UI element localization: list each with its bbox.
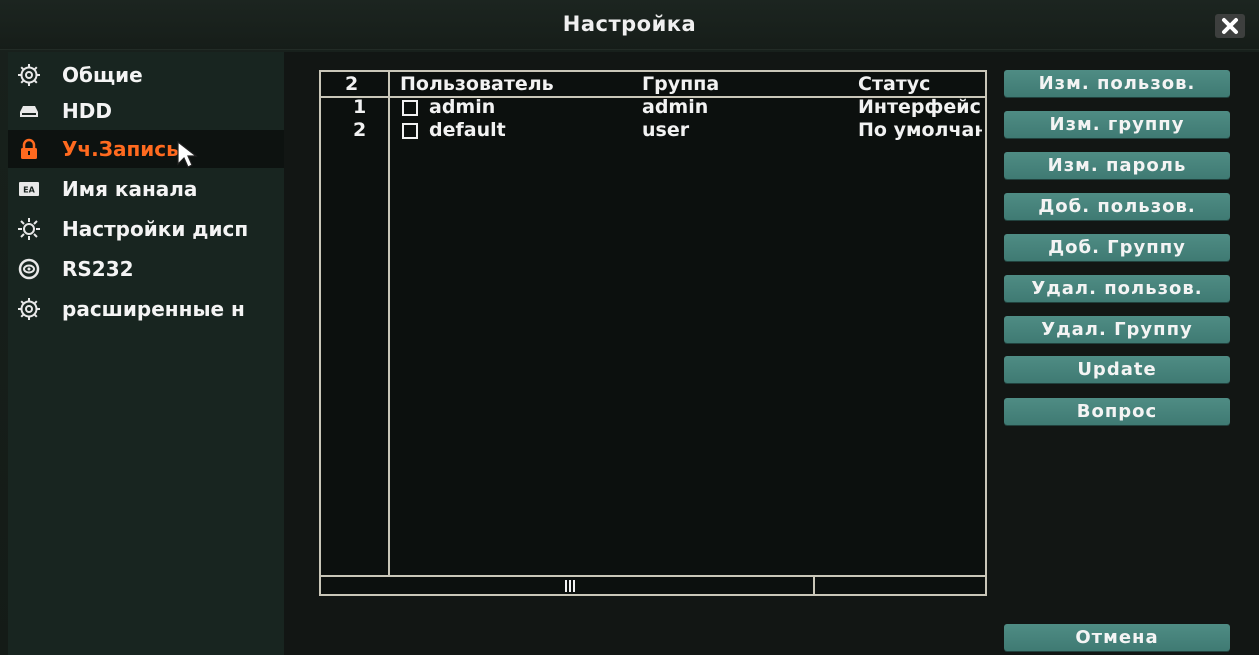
- sidebar-item-rs232[interactable]: RS232: [8, 250, 284, 288]
- row-user: default: [429, 120, 506, 140]
- gear-icon: [14, 60, 44, 90]
- window-title: Настройка: [562, 12, 697, 36]
- scrollbar-thumb[interactable]: [321, 577, 815, 594]
- sidebar-item-label: HDD: [62, 99, 112, 123]
- mouse-cursor-icon: [177, 140, 198, 168]
- sidebar-item-label: Имя канала: [62, 177, 198, 201]
- sidebar-item-channel-name[interactable]: EA Имя канала: [8, 170, 284, 208]
- add-user-button[interactable]: Доб. пользов.: [1004, 193, 1230, 220]
- brightness-icon: [14, 214, 44, 244]
- row-group: admin: [642, 97, 709, 117]
- sidebar-item-account[interactable]: Уч.Запись: [8, 130, 284, 168]
- row-checkbox[interactable]: [402, 123, 418, 139]
- rs232-icon: [14, 254, 44, 284]
- modify-user-button[interactable]: Изм. пользов.: [1004, 70, 1230, 97]
- row-checkbox[interactable]: [402, 100, 418, 116]
- close-icon: [1222, 18, 1238, 34]
- row-index: 2: [353, 120, 367, 140]
- row-user: admin: [429, 97, 496, 117]
- column-header-group[interactable]: Группа: [642, 74, 842, 94]
- question-button[interactable]: Вопрос: [1004, 398, 1230, 425]
- scrollbar-track[interactable]: [321, 577, 985, 594]
- sidebar-item-general[interactable]: Общие: [8, 56, 284, 94]
- gear-icon: [14, 294, 44, 324]
- delete-group-button[interactable]: Удал. Группу: [1004, 316, 1230, 343]
- column-header-status[interactable]: Статус: [858, 74, 983, 94]
- sidebar-item-advanced[interactable]: расширенные н: [8, 290, 284, 328]
- lock-icon: [14, 134, 44, 164]
- channel-name-icon: EA: [14, 174, 44, 204]
- update-button[interactable]: Update: [1004, 356, 1230, 383]
- svg-text:EA: EA: [23, 186, 35, 195]
- delete-user-button[interactable]: Удал. пользов.: [1004, 275, 1230, 302]
- row-status: Интерфейс: [858, 97, 981, 117]
- modify-password-button[interactable]: Изм. пароль: [1004, 152, 1230, 179]
- column-header-user[interactable]: Пользователь: [400, 74, 640, 94]
- title-bar: Настройка: [0, 0, 1259, 50]
- sidebar-item-display[interactable]: Настройки дисп: [8, 210, 284, 248]
- cancel-button[interactable]: Отмена: [1004, 624, 1230, 651]
- sidebar-item-label: Настройки дисп: [62, 217, 249, 241]
- user-table: 2 Пользователь Группа Статус 1 admin adm…: [319, 70, 987, 596]
- close-button[interactable]: [1215, 14, 1245, 38]
- add-group-button[interactable]: Доб. Группу: [1004, 234, 1230, 261]
- modify-group-button[interactable]: Изм. группу: [1004, 111, 1230, 138]
- sidebar-item-label: расширенные н: [62, 297, 245, 321]
- sidebar-item-hdd[interactable]: HDD: [8, 92, 284, 130]
- sidebar-item-label: RS232: [62, 257, 134, 281]
- horizontal-scrollbar[interactable]: [321, 575, 985, 594]
- row-index: 1: [353, 97, 367, 117]
- sidebar-item-label: Уч.Запись: [62, 137, 179, 161]
- hdd-icon: [14, 96, 44, 126]
- row-group: user: [642, 120, 690, 140]
- row-status: По умолчанию: [858, 120, 982, 140]
- user-count: 2: [345, 74, 359, 94]
- settings-window: Настройка Общие HDD Уч.Запись EA Имя кан…: [0, 0, 1259, 655]
- grip-icon: [565, 580, 575, 592]
- column-divider: [388, 72, 390, 575]
- sidebar-item-label: Общие: [62, 63, 143, 87]
- sidebar: Общие HDD Уч.Запись EA Имя канала Настро…: [8, 52, 284, 655]
